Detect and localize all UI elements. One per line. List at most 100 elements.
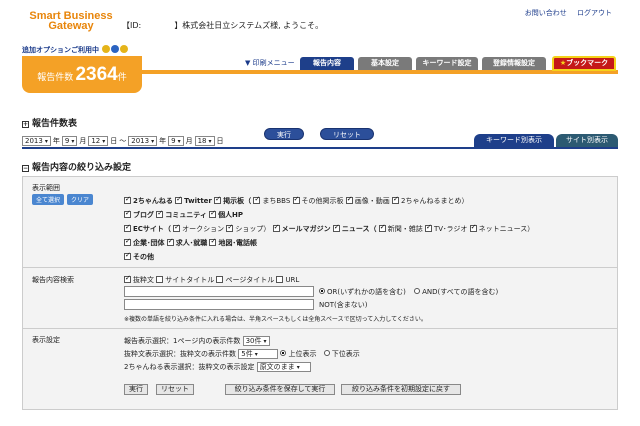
- to-year-select[interactable]: 2013: [128, 136, 158, 146]
- order-bottom-label: 下位表示: [331, 350, 360, 358]
- checkbox[interactable]: [156, 276, 164, 283]
- checkbox[interactable]: [378, 223, 386, 232]
- mascot-icon: [102, 45, 111, 53]
- checkbox[interactable]: [226, 223, 234, 232]
- checkbox[interactable]: [209, 237, 217, 246]
- tab-keyword-settings[interactable]: キーワード設定: [416, 57, 478, 70]
- print-menu[interactable]: ▼ 印刷メニュー: [245, 58, 295, 68]
- collapse-icon[interactable]: −: [22, 165, 29, 172]
- from-year-select[interactable]: 2013: [22, 136, 51, 146]
- count-unit: 件: [117, 73, 127, 83]
- date-run-button[interactable]: 実行: [264, 128, 304, 140]
- reset-default-button[interactable]: 絞り込み条件を初期設定に戻す: [341, 384, 461, 395]
- from-month-select[interactable]: 9: [61, 136, 78, 146]
- tab-registration-settings[interactable]: 登録情報設定: [482, 57, 546, 70]
- checkbox[interactable]: [276, 276, 284, 283]
- per-page-row: 報告表示選択：1ページ内の表示件数 30件: [124, 336, 270, 346]
- and-radio[interactable]: [414, 288, 421, 294]
- range-buttons: 全て選択 クリア: [32, 194, 96, 205]
- cb-label: 新聞・雑誌: [387, 225, 423, 233]
- checkbox[interactable]: [173, 223, 181, 232]
- cb-label: ブログ: [133, 211, 154, 219]
- filter-title-text: 報告内容の絞り込み設定: [32, 163, 132, 173]
- checkbox[interactable]: [345, 195, 353, 204]
- checkbox[interactable]: [156, 209, 164, 218]
- checkbox[interactable]: [175, 195, 183, 204]
- range-row-1: 2ちゃんねる Twitter 掲示板（ まちBBS その他掲示板 画像・動画 2…: [124, 195, 468, 206]
- checkbox[interactable]: [391, 195, 399, 204]
- view-keyword-tab[interactable]: キーワード別表示: [474, 134, 554, 147]
- contact-link[interactable]: お問い合わせ: [525, 9, 567, 17]
- not-input[interactable]: [124, 299, 314, 310]
- cb-label: ネットニュース）: [478, 225, 535, 233]
- excerpt-row: 抜粋文表示選択：抜粋文の表示件数 5件 上位表示 下位表示: [124, 349, 360, 359]
- view-site-tab[interactable]: サイト別表示: [556, 134, 618, 147]
- run-button-label: 実行: [264, 128, 304, 140]
- checkbox[interactable]: [214, 195, 222, 204]
- search-label: 報告内容検索: [32, 276, 74, 284]
- or-radio[interactable]: [319, 288, 325, 294]
- checkbox[interactable]: [424, 223, 432, 232]
- order-top-label: 上位表示: [288, 350, 317, 358]
- order-bottom-radio[interactable]: [323, 350, 330, 356]
- tab-basic-settings[interactable]: 基本設定: [358, 57, 412, 70]
- display-label: 表示設定: [32, 336, 60, 344]
- cb-label: ニュース（: [341, 225, 377, 233]
- clear-button[interactable]: クリア: [67, 194, 94, 205]
- filter-panel: 表示範囲 全て選択クリア 2ちゃんねる Twitter 掲示板（ まちBBS そ…: [22, 176, 618, 410]
- row-divider: [23, 267, 617, 268]
- cb-label: まちBBS: [262, 197, 291, 205]
- checkbox[interactable]: [124, 274, 131, 283]
- filter-reset-button[interactable]: リセット: [156, 384, 194, 395]
- checkbox[interactable]: [469, 223, 477, 232]
- option-text: 追加オプションご利用中: [22, 46, 99, 54]
- checkbox[interactable]: [124, 209, 131, 218]
- checkbox[interactable]: [124, 237, 131, 246]
- filter-title: − 報告内容の絞り込み設定: [22, 160, 131, 173]
- cb-label: Twitter: [184, 197, 212, 205]
- checkbox[interactable]: [166, 237, 174, 246]
- ch2-select[interactable]: 原文のまま: [256, 362, 311, 372]
- not-label: NOT(含まない): [319, 301, 368, 309]
- cb-label: その他掲示板: [301, 197, 344, 205]
- checkbox[interactable]: [332, 223, 340, 232]
- to-day-select[interactable]: 18: [194, 136, 215, 146]
- checkbox[interactable]: [124, 251, 131, 260]
- excerpt-label: 抜粋文表示選択：抜粋文の表示件数: [124, 350, 236, 358]
- nav-underline: [142, 70, 618, 74]
- checkbox[interactable]: [209, 209, 217, 218]
- range-row-4: 企業･団体 求人･就職 地図･電話帳: [124, 237, 257, 248]
- checkbox[interactable]: [216, 276, 224, 283]
- cb-label: メールマガジン: [281, 225, 331, 233]
- select-all-button[interactable]: 全て選択: [32, 194, 65, 205]
- cb-label: URL: [285, 276, 300, 284]
- bookmark-button[interactable]: ★ブックマーク: [552, 56, 616, 71]
- report-count-title: + 報告件数表: [22, 116, 77, 129]
- logout-link[interactable]: ログアウト: [577, 9, 612, 17]
- ch2-row: 2ちゃんねる表示選択：抜粋文の表示設定 原文のまま: [124, 362, 311, 372]
- ch2-label: 2ちゃんねる表示選択：抜粋文の表示設定: [124, 363, 255, 371]
- year-unit: 年: [159, 137, 167, 145]
- checkbox[interactable]: [272, 223, 280, 232]
- to-month-select[interactable]: 9: [168, 136, 184, 146]
- date-reset-button[interactable]: リセット: [320, 128, 374, 140]
- checkbox[interactable]: [124, 195, 131, 204]
- row-divider: [23, 328, 617, 329]
- filter-run-button[interactable]: 実行: [124, 384, 148, 395]
- expand-icon[interactable]: +: [22, 121, 29, 128]
- order-top-radio[interactable]: [280, 350, 287, 356]
- logo[interactable]: Smart Business Gateway: [22, 11, 120, 32]
- cb-label: 画像・動画: [354, 197, 390, 205]
- save-and-run-button[interactable]: 絞り込み条件を保存して実行: [225, 384, 335, 395]
- keyword-input[interactable]: [124, 286, 314, 297]
- tab-report[interactable]: 報告内容: [300, 57, 354, 70]
- checkbox[interactable]: [124, 223, 131, 232]
- excerpt-select[interactable]: 5件: [238, 349, 279, 359]
- user-id-label: 【ID:: [122, 21, 142, 30]
- checkbox[interactable]: [253, 195, 261, 204]
- from-day-select[interactable]: 12: [88, 136, 109, 146]
- cb-label: 企業･団体: [133, 239, 165, 247]
- cb-label: コミュニティ: [165, 211, 207, 219]
- checkbox[interactable]: [292, 195, 300, 204]
- per-page-select[interactable]: 30件: [242, 336, 270, 346]
